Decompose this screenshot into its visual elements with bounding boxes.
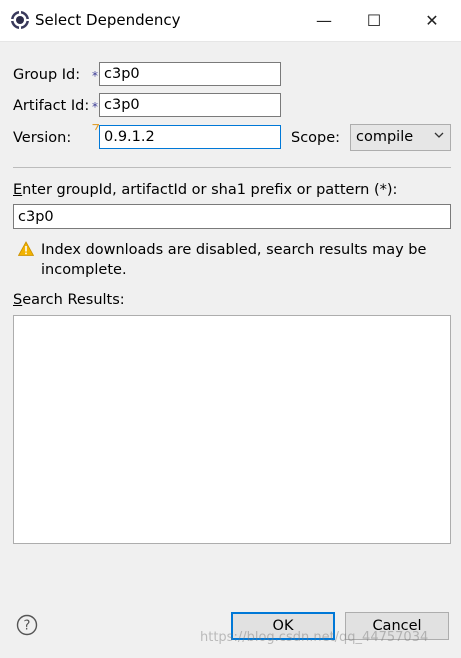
required-marker: * (92, 69, 98, 83)
warning-icon (18, 241, 34, 256)
maximize-button[interactable]: ☐ (351, 0, 397, 41)
separator (13, 167, 451, 168)
warning-text-line-2: incomplete. (41, 262, 127, 278)
scope-value: compile (356, 129, 414, 145)
artifact-id-field[interactable] (99, 93, 281, 117)
artifact-id-label: Artifact Id: (13, 98, 90, 114)
group-id-field[interactable] (99, 62, 281, 86)
scope-dropdown[interactable]: compile (350, 124, 451, 151)
window-title: Select Dependency (35, 11, 181, 29)
svg-text:?: ? (24, 619, 31, 634)
search-results-list[interactable] (13, 315, 451, 544)
help-icon[interactable]: ? (16, 614, 38, 636)
watermark-text: https://blog.csdn.net/qq_44757034 (200, 630, 429, 645)
version-field[interactable] (99, 125, 281, 149)
search-label: Enter groupId, artifactId or sha1 prefix… (13, 182, 398, 198)
warning-text-line-1: Index downloads are disabled, search res… (41, 242, 427, 258)
minimize-button[interactable]: — (301, 0, 347, 41)
scope-label: Scope: (291, 130, 341, 146)
eclipse-gear-icon (10, 10, 30, 30)
version-label: Version: (13, 130, 72, 146)
close-button[interactable]: ✕ (409, 0, 455, 41)
title-bar: Select Dependency — ☐ ✕ (0, 0, 461, 42)
chevron-down-icon (434, 132, 444, 138)
search-results-label: Search Results: (13, 292, 125, 308)
content-assist-icon (92, 124, 99, 131)
group-id-label: Group Id: (13, 67, 81, 83)
required-marker: * (92, 100, 98, 114)
search-input[interactable] (13, 204, 451, 229)
